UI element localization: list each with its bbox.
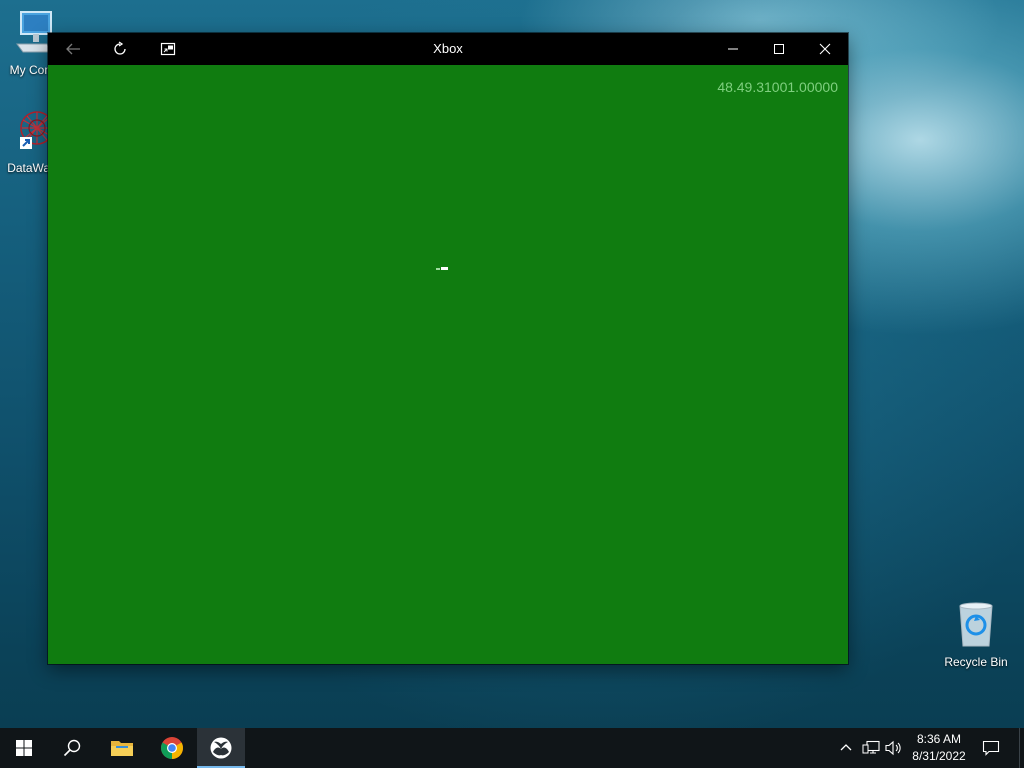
network-button[interactable]	[861, 738, 881, 758]
clock-time: 8:36 AM	[916, 732, 962, 746]
desktop-icon-recycle-bin[interactable]: Recycle Bin	[942, 600, 1010, 669]
file-explorer-icon	[111, 741, 133, 756]
xbox-app-window: Xbox 48.49.31001.00000	[48, 33, 848, 664]
close-icon	[819, 43, 831, 55]
chevron-up-icon	[840, 744, 852, 751]
action-center-button[interactable]	[981, 738, 1001, 758]
version-text: 48.49.31001.00000	[717, 79, 838, 95]
minimize-icon	[728, 48, 738, 50]
desktop-icon-label: Recycle Bin	[944, 655, 1008, 669]
network-icon	[862, 740, 880, 754]
xbox-taskbar-button[interactable]	[197, 728, 245, 768]
show-hidden-icons-button[interactable]	[836, 738, 856, 758]
compact-overlay-button[interactable]	[145, 33, 191, 65]
clock-date: 8/31/2022	[912, 749, 966, 763]
chrome-button[interactable]	[148, 728, 196, 768]
loading-spinner-icon	[436, 267, 448, 270]
chrome-icon	[161, 737, 183, 759]
show-desktop-divider[interactable]	[1019, 728, 1020, 768]
back-button[interactable]	[50, 33, 96, 65]
start-button[interactable]	[0, 728, 48, 768]
clock[interactable]: 8:36 AM 8/31/2022	[904, 731, 974, 765]
maximize-button[interactable]	[756, 33, 802, 65]
compact-overlay-icon	[160, 42, 176, 56]
refresh-icon	[114, 41, 126, 55]
title-bar[interactable]: Xbox	[48, 33, 848, 65]
close-button[interactable]	[802, 33, 848, 65]
start-icon	[16, 740, 32, 756]
volume-button[interactable]	[884, 738, 904, 758]
volume-icon	[885, 740, 901, 756]
back-icon	[66, 43, 80, 55]
maximize-icon	[774, 44, 784, 54]
taskbar: 8:36 AM 8/31/2022	[0, 728, 1024, 768]
search-button[interactable]	[48, 728, 96, 768]
search-icon	[63, 739, 81, 757]
action-center-icon	[982, 740, 1000, 756]
recycle-bin-icon	[959, 602, 993, 647]
file-explorer-button[interactable]	[98, 728, 146, 768]
refresh-button[interactable]	[97, 33, 143, 65]
xbox-icon	[210, 737, 232, 759]
minimize-button[interactable]	[710, 33, 756, 65]
